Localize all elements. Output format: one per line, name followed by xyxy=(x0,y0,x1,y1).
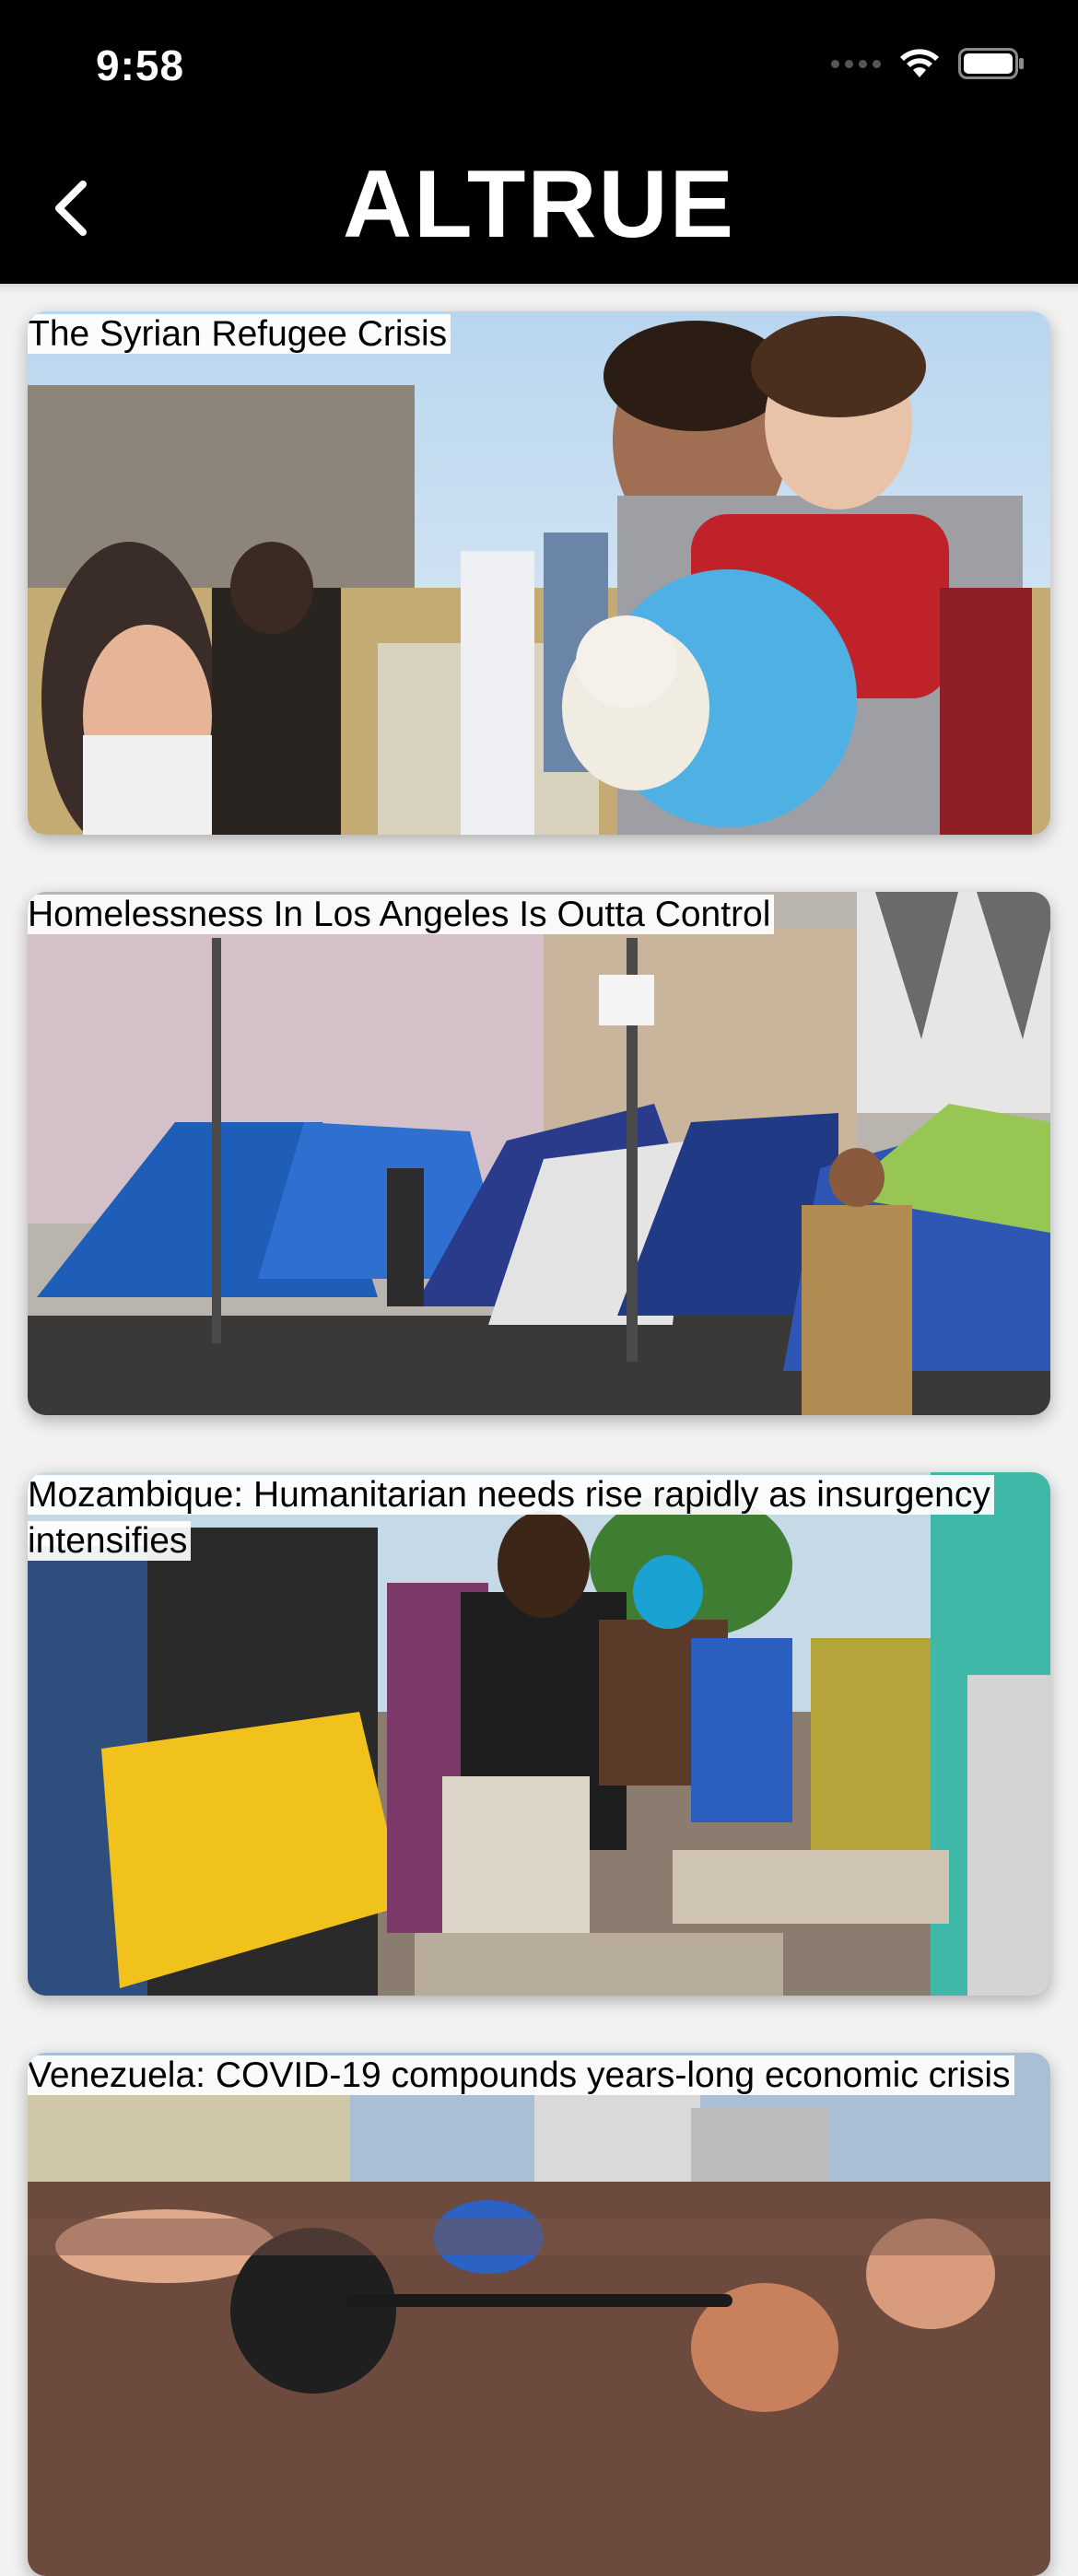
status-bar: 9:58 xyxy=(0,0,1078,138)
article-title: Mozambique: Humanitarian needs rise rapi… xyxy=(28,1472,1041,1564)
article-image xyxy=(28,2053,1050,2576)
article-card[interactable]: Mozambique: Humanitarian needs rise rapi… xyxy=(28,1472,1050,1996)
article-image xyxy=(28,892,1050,1415)
article-title: Venezuela: COVID-19 compounds years-long… xyxy=(28,2053,1014,2099)
article-title: The Syrian Refugee Crisis xyxy=(28,311,451,357)
altrue-logo: ALTRUE xyxy=(327,151,751,258)
status-icons xyxy=(831,48,1025,79)
article-card[interactable]: The Syrian Refugee Crisis xyxy=(28,311,1050,835)
battery-icon xyxy=(958,48,1024,79)
status-time: 9:58 xyxy=(96,41,185,89)
article-card[interactable]: Homelessness In Los Angeles Is Outta Con… xyxy=(28,892,1050,1415)
home-indicator[interactable] xyxy=(346,2294,732,2307)
logo-text: ALTRUE xyxy=(342,151,736,258)
chevron-left-icon xyxy=(55,181,87,236)
navigation-bar: ALTRUE xyxy=(0,138,1078,284)
article-card[interactable]: Venezuela: COVID-19 compounds years-long… xyxy=(28,2053,1050,2576)
article-title: Homelessness In Los Angeles Is Outta Con… xyxy=(28,892,775,938)
back-button[interactable] xyxy=(33,171,107,245)
wifi-icon xyxy=(900,49,939,77)
nav-divider xyxy=(0,284,1078,293)
article-image xyxy=(28,311,1050,835)
cellular-signal-icon xyxy=(831,59,881,68)
